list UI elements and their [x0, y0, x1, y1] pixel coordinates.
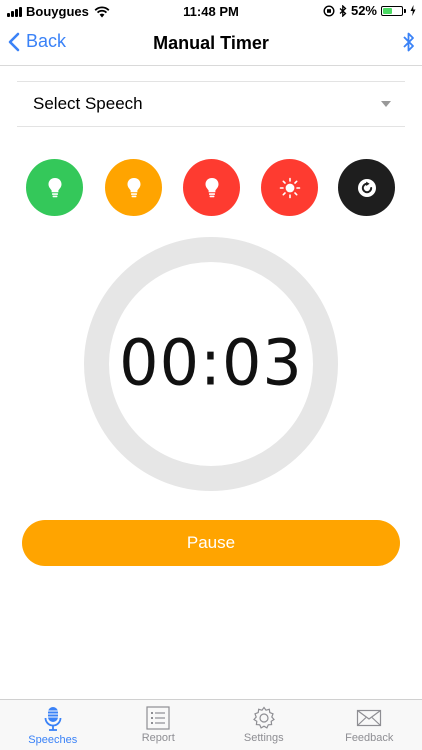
battery-cap [404, 8, 406, 13]
page-title: Manual Timer [153, 33, 269, 53]
battery-level [383, 7, 392, 14]
speech-select[interactable]: Select Speech [17, 81, 405, 127]
bluetooth-status-icon [339, 4, 347, 17]
battery-percent: 52% [350, 3, 377, 18]
green-light-button[interactable] [26, 159, 83, 216]
list-icon [146, 706, 170, 730]
timer-display: 00:03 [119, 325, 303, 400]
caret-down-icon [381, 101, 391, 107]
navigation-bar: Back Manual Timer [0, 22, 422, 66]
gear-icon [252, 706, 275, 729]
red-light-button[interactable] [183, 159, 240, 216]
sun-icon [279, 177, 300, 198]
bluetooth-button[interactable] [402, 30, 416, 59]
tab-feedback-label: Feedback [345, 732, 394, 744]
tab-report-label: Report [141, 732, 175, 744]
lightbulb-icon [127, 177, 140, 197]
tab-speeches-label: Speeches [28, 734, 78, 746]
microphone-icon [44, 707, 62, 731]
reset-icon [357, 178, 376, 197]
tab-settings[interactable]: Settings [211, 700, 317, 750]
status-bar: Bouygues 11:48 PM 52% [0, 0, 422, 22]
tab-speeches[interactable]: Speeches [0, 700, 106, 750]
lightbulb-icon [48, 177, 61, 197]
tab-feedback[interactable]: Feedback [317, 700, 422, 750]
yellow-light-button[interactable] [105, 159, 162, 216]
rotation-lock-icon [323, 4, 335, 17]
charging-icon [410, 5, 416, 16]
status-right: 52% [323, 3, 416, 18]
tab-settings-label: Settings [243, 732, 284, 744]
battery-icon [381, 5, 403, 16]
tab-report[interactable]: Report [106, 700, 212, 750]
tab-bar: Speeches Report Settings Feedback [0, 699, 422, 750]
reset-button[interactable] [338, 159, 395, 216]
envelope-icon [357, 709, 382, 727]
flash-light-button[interactable] [261, 159, 318, 216]
bluetooth-icon [403, 32, 414, 52]
speech-select-value: Select Speech [33, 94, 143, 113]
pause-button[interactable]: Pause [22, 520, 400, 566]
lightbulb-icon [205, 177, 218, 197]
